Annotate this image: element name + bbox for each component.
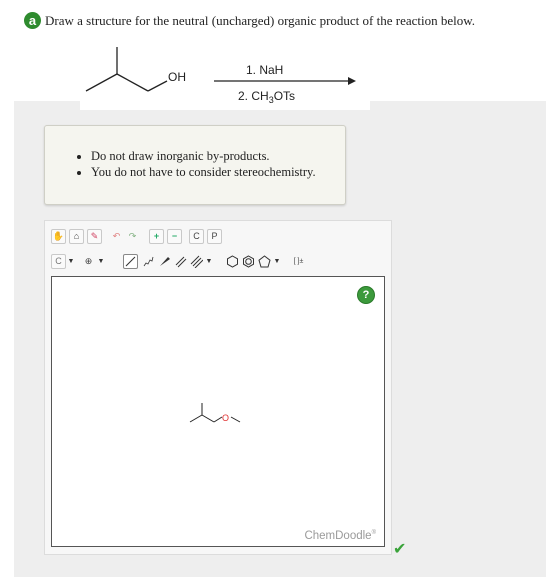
chemdoodle-editor: ✋ ⌂ ✎ ↶ ↷ + − C P C ▼ ⊕ ▼ ▼ ▼ []± ? O C…	[44, 220, 392, 555]
toolbar-row-1: ✋ ⌂ ✎ ↶ ↷ + − C P	[51, 229, 251, 251]
reagent-step-1: 1. NaH	[246, 63, 283, 77]
instruction-item: Do not draw inorganic by-products.	[91, 148, 345, 164]
charge-icon[interactable]: ⊕	[81, 254, 96, 269]
cyclohexane-icon[interactable]	[225, 254, 240, 269]
double-bond-icon[interactable]	[173, 254, 188, 269]
cyclopentane-icon[interactable]	[257, 254, 272, 269]
chevron-down-icon[interactable]: ▼	[273, 254, 281, 269]
redo-icon[interactable]: ↷	[125, 229, 140, 244]
correct-check-icon: ✔	[393, 539, 407, 558]
wavy-bond-icon[interactable]	[141, 254, 156, 269]
chevron-down-icon[interactable]: ▼	[67, 254, 75, 269]
chevron-down-icon[interactable]: ▼	[97, 254, 105, 269]
drawing-canvas[interactable]: ? O ChemDoodle®	[51, 276, 385, 547]
hydroxyl-label: OH	[168, 70, 186, 84]
oxygen-atom-label: O	[222, 413, 229, 423]
element-select[interactable]: C	[51, 254, 66, 269]
eraser-icon[interactable]: ✎	[87, 229, 102, 244]
zoom-in-icon[interactable]: +	[149, 229, 164, 244]
help-icon[interactable]: ?	[357, 286, 375, 304]
benzene-icon[interactable]	[241, 254, 256, 269]
product-structure: O	[189, 403, 241, 423]
paste-icon[interactable]: P	[207, 229, 222, 244]
instruction-item: You do not have to consider stereochemis…	[91, 164, 345, 180]
instructions-box: Do not draw inorganic by-products. You d…	[44, 125, 346, 205]
single-bond-icon[interactable]	[123, 254, 138, 269]
chemdoodle-logo: ChemDoodle®	[304, 530, 376, 542]
arrow-head	[348, 77, 356, 85]
reagent-step-2: 2. CH3OTs	[238, 89, 295, 105]
triple-bond-icon[interactable]	[189, 254, 204, 269]
lasso-icon[interactable]: ⌂	[69, 229, 84, 244]
chevron-down-icon[interactable]: ▼	[205, 254, 213, 269]
undo-icon[interactable]: ↶	[109, 229, 124, 244]
toolbar-row-2: C ▼ ⊕ ▼ ▼ ▼ [ ]±	[51, 254, 351, 276]
zoom-out-icon[interactable]: −	[167, 229, 182, 244]
bracket-icon[interactable]: [ ]±	[291, 254, 306, 269]
reaction-drawing: OH 1. NaH 2. CH3OTs	[85, 47, 356, 105]
pan-hand-icon[interactable]: ✋	[51, 229, 66, 244]
question-text: Draw a structure for the neutral (unchar…	[45, 13, 476, 28]
instructions-list: Do not draw inorganic by-products. You d…	[45, 148, 345, 180]
copy-icon[interactable]: C	[189, 229, 204, 244]
reaction-scheme: OH 1. NaH 2. CH3OTs	[80, 40, 370, 110]
wedge-bond-icon[interactable]	[157, 254, 172, 269]
part-badge: a	[24, 12, 41, 29]
reactant-skeleton	[85, 47, 168, 92]
